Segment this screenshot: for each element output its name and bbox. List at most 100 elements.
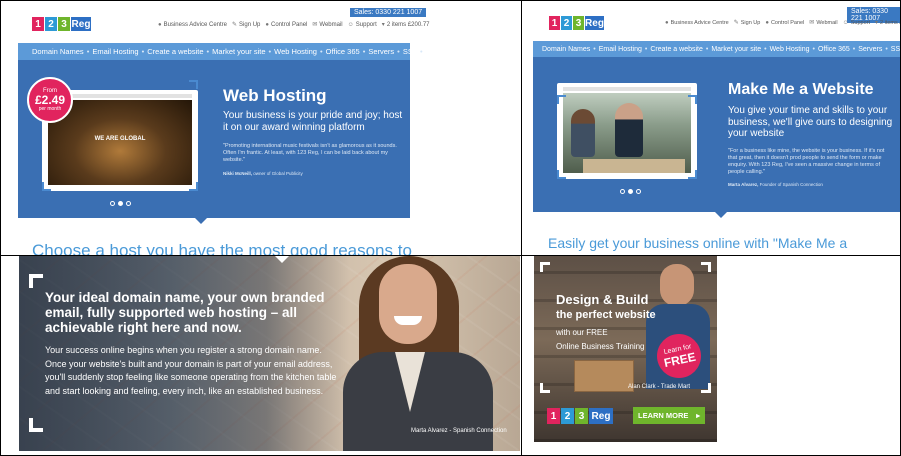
logo-digit: 1 xyxy=(547,408,560,424)
boxes xyxy=(574,360,634,392)
mail-icon: ✉ xyxy=(809,20,815,26)
frame-corner xyxy=(540,262,550,272)
nav-item[interactable]: Servers xyxy=(368,47,394,56)
section-heading: Easily get your business online with "Ma… xyxy=(548,235,848,251)
preview-person xyxy=(571,109,595,157)
chat-icon: ● xyxy=(158,21,162,28)
logo-digit: 1 xyxy=(549,16,560,30)
nav-item[interactable]: Create a website xyxy=(650,46,703,53)
ad-subheadline: with our FREE xyxy=(556,328,608,337)
sales-phone-tag[interactable]: Sales: 0330 221 1007 xyxy=(350,8,427,17)
preview-headline: WE ARE GLOBAL xyxy=(94,136,146,142)
util-link[interactable]: ● Control Panel xyxy=(765,19,804,26)
nav-item[interactable]: Domain Names xyxy=(32,47,84,56)
nav-item[interactable]: Market your site xyxy=(711,46,761,53)
nav-item[interactable]: Web Hosting xyxy=(274,47,317,56)
user-icon: ● xyxy=(265,21,270,28)
testimonial-quote: "For a business like mine, the website i… xyxy=(728,148,885,175)
nav-item[interactable]: Email Hosting xyxy=(599,46,642,53)
util-link[interactable]: ● Business Advice Centre xyxy=(665,19,729,26)
logo-digit: 2 xyxy=(561,16,572,30)
chat-icon: ● xyxy=(665,19,669,26)
nav-item[interactable]: Office 365 xyxy=(326,47,360,56)
preview-desk xyxy=(583,159,685,173)
website-preview xyxy=(557,83,697,179)
nav-item[interactable]: Servers xyxy=(858,46,882,53)
carousel-dot[interactable] xyxy=(636,189,641,194)
ad-headline: the perfect website xyxy=(556,309,656,321)
utility-links: ● Business Advice Centre ✎ Sign Up ● Contro… xyxy=(665,19,900,27)
frame-corner xyxy=(189,80,198,89)
util-link[interactable]: ☺ Support xyxy=(843,19,870,26)
util-link[interactable]: ▾2 items £200.77 xyxy=(381,21,430,29)
site-logo[interactable]: 1 2 3 Reg xyxy=(32,17,91,31)
util-link[interactable]: ☺ Support xyxy=(348,21,377,28)
frame-corner xyxy=(189,182,198,191)
util-link[interactable]: ✉ Webmail xyxy=(312,21,342,29)
ad-logo: 1 2 3 Reg xyxy=(547,408,613,424)
nav-item[interactable]: Email Hosting xyxy=(92,47,138,56)
learn-more-button[interactable]: LEARN MORE ▸ xyxy=(633,407,705,424)
nav-item[interactable]: Office 365 xyxy=(818,46,850,53)
logo-digit: 3 xyxy=(573,16,584,30)
testimonial-author: Marta Alvarez, Founder of Spanish Connec… xyxy=(728,182,823,187)
testimonial-quote: "Promoting international music festivals… xyxy=(223,143,397,163)
carousel-dot-active[interactable] xyxy=(628,189,633,194)
panel-training-ad: Design & Build the perfect website with … xyxy=(534,256,717,442)
cart-icon: ▾ xyxy=(381,22,385,28)
pencil-icon: ✎ xyxy=(232,22,238,28)
util-link[interactable]: ✎ Sign Up xyxy=(232,21,260,29)
button-label: LEARN MORE xyxy=(638,411,689,420)
top-notch xyxy=(275,256,289,263)
nav-item[interactable]: Market your site xyxy=(212,47,265,56)
face xyxy=(379,264,437,344)
user-icon: ● xyxy=(765,19,769,26)
carousel-dots xyxy=(620,189,641,194)
preview-screen xyxy=(563,93,691,173)
panel-web-hosting: Sales: 0330 221 1007 1 2 3 Reg ● Business… xyxy=(1,1,521,255)
hero-title: Make Me a Website xyxy=(728,81,874,98)
frame-corner xyxy=(540,383,550,393)
arrow-right-icon: ▸ xyxy=(696,411,700,420)
price-amount: £2.49 xyxy=(34,93,66,107)
frame-corner xyxy=(42,182,51,191)
nav-item[interactable]: Domain Names xyxy=(542,46,590,53)
ad-subheadline: Online Business Training xyxy=(556,342,645,351)
site-logo[interactable]: 1 2 3 Reg xyxy=(549,16,604,30)
head xyxy=(660,264,694,306)
ad-headline: Design & Build xyxy=(556,292,649,307)
nav-item[interactable]: SSL xyxy=(403,47,417,56)
carousel-dot[interactable] xyxy=(126,201,131,206)
util-link[interactable]: ✎ Sign Up xyxy=(734,19,761,27)
frame-corner xyxy=(688,95,697,104)
carousel-dot[interactable] xyxy=(110,201,115,206)
logo-word: Reg xyxy=(585,16,604,30)
support-icon: ☺ xyxy=(842,19,849,26)
util-link[interactable]: ▾2 items £200.77 xyxy=(875,19,900,27)
nav-item[interactable]: Web Hosting xyxy=(770,46,810,53)
price-badge[interactable]: From £2.49 per month xyxy=(27,77,73,123)
frame-corner xyxy=(701,383,711,393)
nav-item[interactable]: SSL xyxy=(891,46,900,53)
hero-title: Web Hosting xyxy=(223,86,327,105)
carousel-dot[interactable] xyxy=(620,189,625,194)
nav-item[interactable]: More xyxy=(426,47,443,56)
carousel-dot-active[interactable] xyxy=(118,201,123,206)
nav-item[interactable]: Create a website xyxy=(147,47,203,56)
logo-digit: 2 xyxy=(45,17,57,31)
util-link[interactable]: ● Business Advice Centre xyxy=(158,21,227,28)
logo-digit: 3 xyxy=(58,17,70,31)
frame-corner xyxy=(557,95,566,104)
logo-digit: 3 xyxy=(575,408,588,424)
frame-corner xyxy=(29,274,43,288)
hero-banner: Make Me a Website You give your time and… xyxy=(533,57,900,212)
main-nav: Domain Names • Email Hosting • Create a we… xyxy=(18,43,443,60)
util-link[interactable]: ✉ Webmail xyxy=(809,19,837,27)
mail-icon: ✉ xyxy=(312,22,318,28)
panel-domain-banner: Your ideal domain name, your own branded… xyxy=(19,256,520,451)
price-period: per month xyxy=(38,106,62,112)
util-link[interactable]: ● Control Panel xyxy=(265,21,307,28)
hero-subtitle: Your business is your pride and joy; hos… xyxy=(223,110,403,133)
ad-caption: Alan Clark - Trade Mart xyxy=(628,384,691,390)
hero-subtitle: You give your time and skills to your bu… xyxy=(728,105,893,139)
